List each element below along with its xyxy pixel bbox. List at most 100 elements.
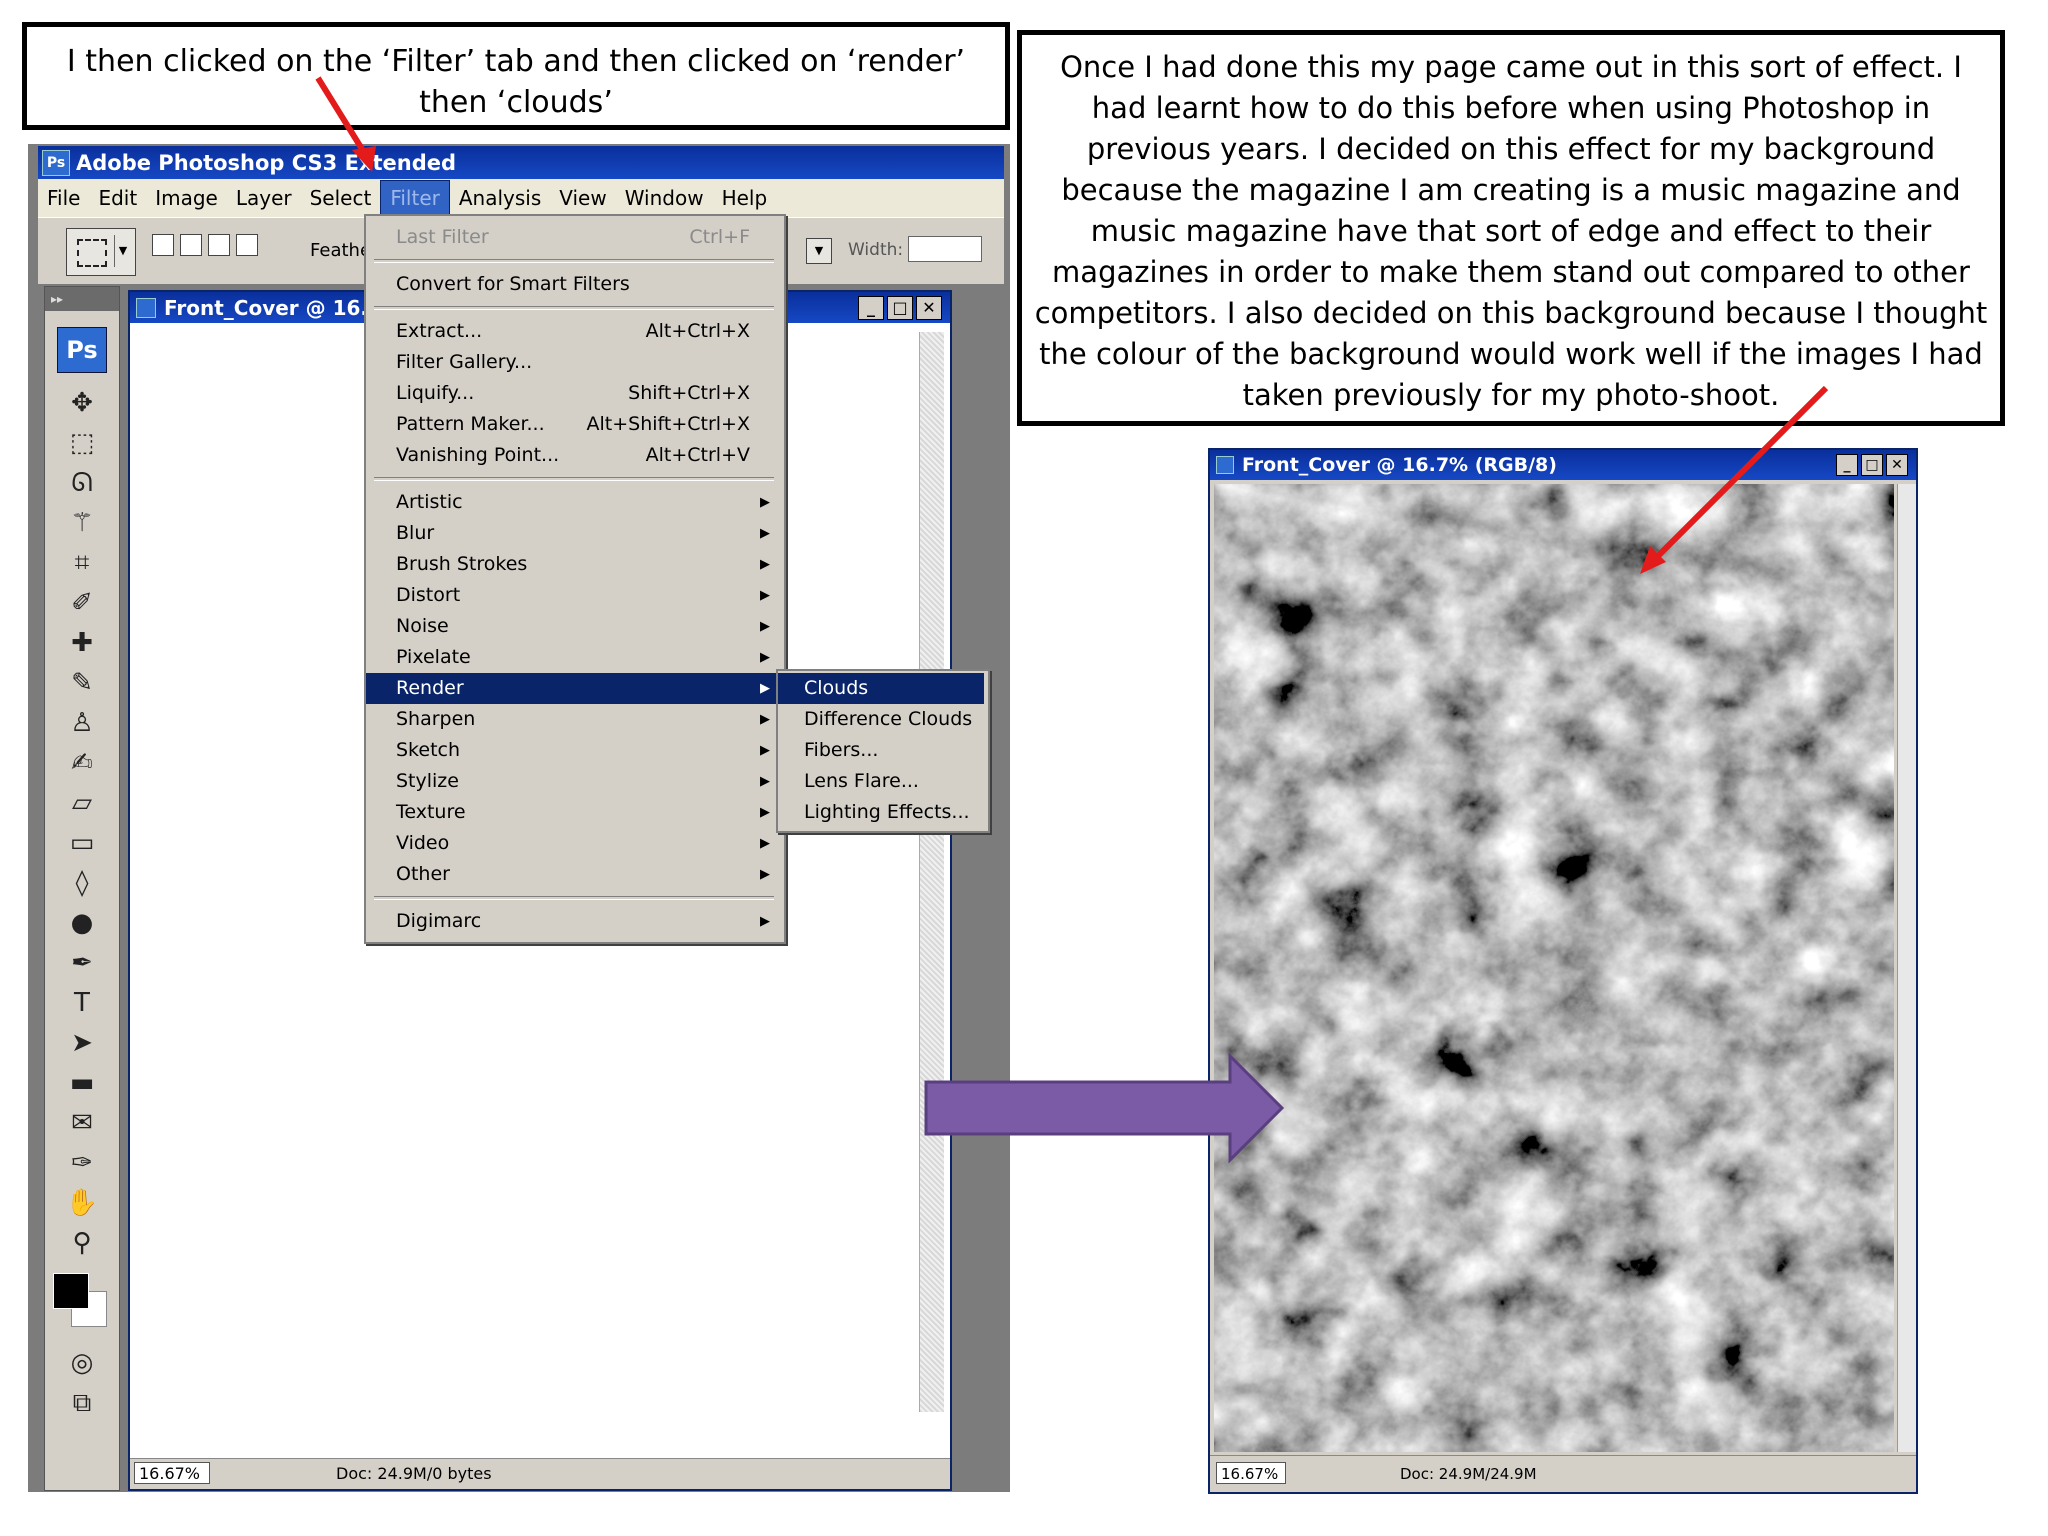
minimize-button[interactable]: _ <box>858 296 884 320</box>
menu-file[interactable]: File <box>38 181 89 215</box>
hand-tool-icon[interactable]: ✋ <box>45 1183 119 1223</box>
chevron-down-icon: ▼ <box>114 235 131 267</box>
menu-edit[interactable]: Edit <box>89 181 146 215</box>
menu-select[interactable]: Select <box>301 181 381 215</box>
result-document-title: Front_Cover @ 16.7% (RGB/8) <box>1242 454 1557 476</box>
screen-mode-icon[interactable]: ⧉ <box>45 1383 119 1423</box>
menu-item-render[interactable]: Render ▶ <box>366 673 784 704</box>
clone-stamp-icon[interactable]: ♙ <box>45 703 119 743</box>
submenu-item-difference-clouds[interactable]: Difference Clouds <box>778 704 984 735</box>
path-selection-icon[interactable]: ➤ <box>45 1023 119 1063</box>
submenu-item-lighting-effects[interactable]: Lighting Effects... <box>778 797 984 828</box>
document-icon <box>1216 456 1234 474</box>
pen-tool-icon[interactable]: ✒ <box>45 943 119 983</box>
menu-item-brush-strokes[interactable]: Brush Strokes ▶ <box>366 549 784 580</box>
menu-analysis[interactable]: Analysis <box>450 181 550 215</box>
zoom-tool-icon[interactable]: ⚲ <box>45 1223 119 1263</box>
menu-item-sharpen[interactable]: Sharpen ▶ <box>366 704 784 735</box>
menu-help[interactable]: Help <box>713 181 777 215</box>
healing-brush-icon[interactable]: ✚ <box>45 623 119 663</box>
submenu-item-fibers[interactable]: Fibers... <box>778 735 984 766</box>
add-selection-button[interactable] <box>180 234 202 256</box>
instruction-note-result: Once I had done this my page came out in… <box>1017 30 2005 426</box>
menu-item-extract[interactable]: Extract... Alt+Ctrl+X <box>366 316 784 347</box>
submenu-item-lens-flare[interactable]: Lens Flare... <box>778 766 984 797</box>
menu-item-convert-smart-filters[interactable]: Convert for Smart Filters <box>366 269 784 300</box>
toolbox-header[interactable]: ▸▸ <box>45 287 119 311</box>
clouds-canvas <box>1214 484 1894 1452</box>
magic-wand-icon[interactable]: ⚚ <box>45 503 119 543</box>
photoshop-logo-icon: Ps <box>42 149 70 176</box>
render-submenu: Clouds Difference Clouds Fibers... Lens … <box>776 669 990 833</box>
menu-item-blur[interactable]: Blur ▶ <box>366 518 784 549</box>
menu-item-pixelate[interactable]: Pixelate ▶ <box>366 642 784 673</box>
marquee-tool-icon[interactable]: ⬚ <box>45 423 119 463</box>
instruction-note-filter: I then clicked on the ‘Filter’ tab and t… <box>22 22 1010 130</box>
notes-tool-icon[interactable]: ✉ <box>45 1103 119 1143</box>
menu-item-video[interactable]: Video ▶ <box>366 828 784 859</box>
subtract-selection-button[interactable] <box>208 234 230 256</box>
submenu-item-clouds[interactable]: Clouds <box>778 673 984 704</box>
menu-item-other[interactable]: Other ▶ <box>366 859 784 890</box>
new-selection-button[interactable] <box>152 234 174 256</box>
menu-item-noise[interactable]: Noise ▶ <box>366 611 784 642</box>
result-zoom-level[interactable]: 16.67% <box>1216 1462 1286 1484</box>
intersect-selection-button[interactable] <box>236 234 258 256</box>
move-tool-icon[interactable]: ✥ <box>45 383 119 423</box>
foreground-color-swatch[interactable] <box>53 1273 89 1309</box>
result-vertical-scrollbar[interactable] <box>1897 484 1916 1452</box>
history-brush-icon[interactable]: ✍ <box>45 743 119 783</box>
menu-item-vanishing-point[interactable]: Vanishing Point... Alt+Ctrl+V <box>366 440 784 471</box>
width-input[interactable] <box>908 236 982 262</box>
result-status-bar: 16.67% Doc: 24.9M/24.9M <box>1210 1455 1916 1492</box>
shape-tool-icon[interactable]: ▬ <box>45 1063 119 1103</box>
menu-item-filter-gallery[interactable]: Filter Gallery... <box>366 347 784 378</box>
result-document-window: Front_Cover @ 16.7% (RGB/8) _ □ ✕ 16.67%… <box>1208 448 1918 1494</box>
lasso-tool-icon[interactable]: ᘏ <box>45 463 119 503</box>
type-tool-icon[interactable]: T <box>45 983 119 1023</box>
toolbox-ps-logo[interactable]: Ps <box>57 327 107 373</box>
quick-mask-icon[interactable]: ◎ <box>45 1343 119 1383</box>
brush-tool-icon[interactable]: ✎ <box>45 663 119 703</box>
zoom-level[interactable]: 16.67% <box>134 1462 210 1484</box>
blur-tool-icon[interactable]: ◊ <box>45 863 119 903</box>
result-document-titlebar: Front_Cover @ 16.7% (RGB/8) _ □ ✕ <box>1210 450 1916 480</box>
crop-tool-icon[interactable]: ⌗ <box>45 543 119 583</box>
style-dropdown[interactable]: ▼ <box>806 238 832 264</box>
vertical-scrollbar[interactable] <box>919 332 944 1412</box>
menu-layer[interactable]: Layer <box>227 181 301 215</box>
slice-tool-icon[interactable]: ✐ <box>45 583 119 623</box>
gradient-tool-icon[interactable]: ▭ <box>45 823 119 863</box>
result-document-info: Doc: 24.9M/24.9M <box>1400 1465 1537 1483</box>
menu-item-sketch[interactable]: Sketch ▶ <box>366 735 784 766</box>
tool-preset-picker[interactable]: ▼ <box>66 228 136 276</box>
width-label: Width: <box>848 240 904 260</box>
close-button[interactable]: ✕ <box>1886 454 1908 476</box>
minimize-button[interactable]: _ <box>1836 454 1858 476</box>
document-icon <box>136 297 156 318</box>
menu-image[interactable]: Image <box>146 181 227 215</box>
menu-item-liquify[interactable]: Liquify... Shift+Ctrl+X <box>366 378 784 409</box>
maximize-button[interactable]: □ <box>1861 454 1883 476</box>
menu-item-stylize[interactable]: Stylize ▶ <box>366 766 784 797</box>
rectangular-marquee-icon <box>77 239 107 267</box>
maximize-button[interactable]: □ <box>887 296 913 320</box>
feather-label: Feathe <box>310 240 372 261</box>
dodge-tool-icon[interactable]: ● <box>45 903 119 943</box>
menu-item-artistic[interactable]: Artistic ▶ <box>366 487 784 518</box>
document-status-bar: 16.67% Doc: 24.9M/0 bytes <box>130 1458 950 1489</box>
close-button[interactable]: ✕ <box>916 296 942 320</box>
menu-filter[interactable]: Filter <box>380 180 450 216</box>
window-buttons: _ □ ✕ <box>1836 454 1908 476</box>
eyedropper-tool-icon[interactable]: ✑ <box>45 1143 119 1183</box>
menu-item-last-filter[interactable]: Last Filter Ctrl+F <box>366 222 784 253</box>
menu-item-texture[interactable]: Texture ▶ <box>366 797 784 828</box>
menu-window[interactable]: Window <box>616 181 713 215</box>
color-swatches <box>45 1263 119 1343</box>
menu-item-pattern-maker[interactable]: Pattern Maker... Alt+Shift+Ctrl+X <box>366 409 784 440</box>
menu-view[interactable]: View <box>550 181 615 215</box>
menu-item-digimarc[interactable]: Digimarc ▶ <box>366 906 784 937</box>
menu-item-distort[interactable]: Distort ▶ <box>366 580 784 611</box>
app-title: Adobe Photoshop CS3 Extended <box>76 150 457 175</box>
eraser-tool-icon[interactable]: ▱ <box>45 783 119 823</box>
